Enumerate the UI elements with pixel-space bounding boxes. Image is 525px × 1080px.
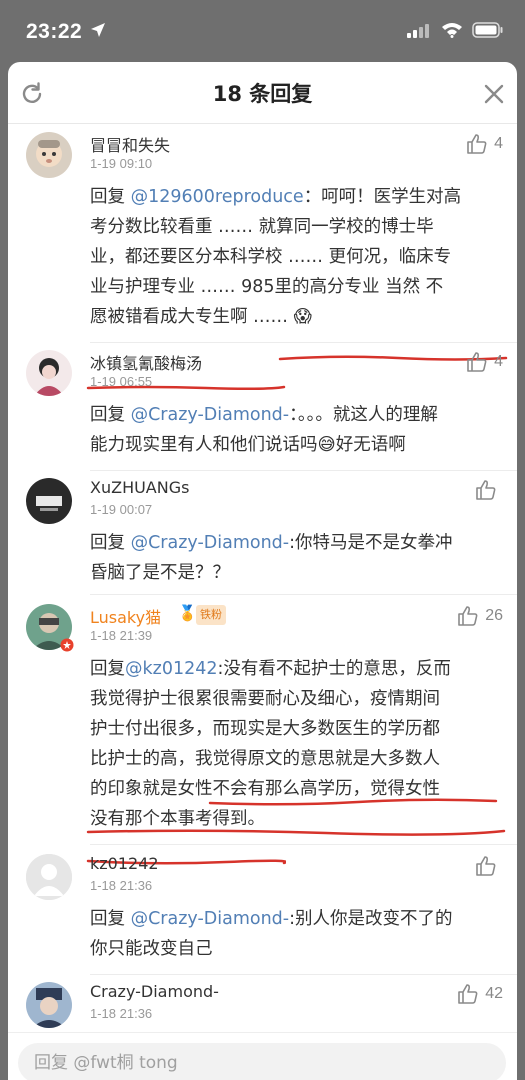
like-button[interactable]: 4 (466, 350, 503, 374)
wifi-icon (442, 23, 462, 38)
reply-prefix: 回复 (90, 533, 131, 553)
comment-text: 回复 @Crazy-Diamond-:你特马是不是女拳冲 昏脑了是不是？？ (90, 528, 500, 588)
thumbs-up-icon (467, 352, 487, 372)
text-segment: :你特马是不是女拳冲 (289, 533, 453, 553)
reply-prefix: 回复 (90, 659, 125, 679)
text-line: 护士付出很多，而现实是大多数医生的学历都 (90, 719, 440, 739)
cellular-signal-icon (407, 24, 429, 38)
avatar[interactable] (26, 982, 72, 1028)
avatar[interactable] (26, 350, 72, 396)
text-line: 比护士的高，我觉得原文的意思就是大多数人 (90, 749, 440, 769)
text-segment: ：。。。就这人的理解 (289, 405, 438, 425)
sweat-smile-emoji: 😅 (317, 435, 336, 455)
text-segment: ：呵呵！医学生对高 (303, 187, 462, 207)
text-line: 业，都还要区分本科学校 …… 更何况，临床专 (90, 247, 452, 267)
divider (90, 974, 517, 975)
timestamp: 1-19 00:07 (90, 502, 153, 517)
like-count: 26 (485, 607, 503, 624)
like-count: 42 (485, 985, 503, 1002)
avatar[interactable] (26, 854, 72, 900)
comment-item: XuZHUANGs 1-19 00:07 回复 @Crazy-Diamond-:… (8, 478, 517, 594)
like-button[interactable]: 4 (466, 132, 503, 156)
sheet-header: 18 条回复 (8, 62, 517, 124)
thumbs-up-icon (476, 856, 496, 876)
comment-item: Crazy-Diamond- 1-18 21:36 42 (8, 982, 517, 1032)
page-title: 18 条回复 (212, 82, 313, 106)
reply-input-bar (8, 1032, 517, 1080)
comment-text: 回复 @129600reproduce：呵呵！医学生对高 考分数比较看重 …… … (90, 182, 500, 332)
like-button[interactable]: 26 (457, 604, 503, 628)
text-line: 业与护理专业 …… 985里的高分专业 当然 不 (90, 277, 444, 297)
like-button[interactable] (475, 478, 503, 502)
like-count: 4 (494, 135, 503, 152)
text-line: 的印象就是女性不会有那么高学历，觉得女性 (90, 779, 440, 799)
timestamp: 1-18 21:36 (90, 1006, 153, 1021)
text-segment: 好无语啊 (335, 435, 406, 455)
battery-icon (472, 22, 503, 38)
username[interactable]: Crazy-Diamond- (90, 982, 219, 1001)
comment-item: Lusaky猫 🏅 铁粉 1-18 21:39 26 回复@kz01242:没有… (8, 604, 517, 865)
username[interactable]: kz01242 (90, 854, 159, 873)
status-bar: 23:22 (0, 0, 525, 62)
username[interactable]: 冒冒和失失 (90, 132, 170, 156)
thumbs-up-icon (467, 134, 487, 154)
fan-medal-icon: 🏅 (178, 604, 197, 622)
timestamp: 1-18 21:39 (90, 628, 153, 643)
username[interactable]: Lusaky猫 (90, 604, 161, 628)
replies-sheet: 18 条回复 冒冒和失失 1-19 09:10 4 回复 @129600repr… (8, 62, 517, 1080)
mention-link[interactable]: @129600reproduce (131, 187, 304, 207)
text-segment: 能力现实里有人和他们说话吗 (90, 435, 318, 455)
timestamp: 1-19 06:55 (90, 374, 153, 389)
close-icon[interactable] (480, 80, 508, 108)
scream-emoji: 😱 (288, 307, 312, 327)
text-line: 你只能改变自己 (90, 939, 213, 959)
comment-item: 冒冒和失失 1-19 09:10 4 回复 @129600reproduce：呵… (8, 132, 517, 391)
location-arrow-icon (91, 23, 105, 37)
status-time: 23:22 (26, 20, 83, 43)
avatar[interactable] (26, 478, 72, 524)
text-line: 昏脑了是不是？？ (90, 563, 230, 583)
reply-prefix: 回复 (90, 405, 131, 425)
text-segment: :别人你是改变不了的 (289, 909, 453, 929)
comment-item: 冰镇氢氰酸梅汤 1-19 06:55 4 回复 @Crazy-Diamond-：… (8, 350, 517, 470)
divider (90, 342, 517, 343)
text-segment: 愿被错看成大专生啊 …… (90, 307, 289, 327)
fan-badge: 铁粉 (196, 605, 226, 625)
text-line: 我觉得护士很累很需要耐心及细心，疫情期间 (90, 689, 440, 709)
divider (90, 844, 517, 845)
username[interactable]: 冰镇氢氰酸梅汤 (90, 350, 202, 374)
divider (90, 594, 517, 595)
reply-prefix: 回复 (90, 187, 125, 207)
comment-text: 回复 @Crazy-Diamond-：。。。就这人的理解 能力现实里有人和他们说… (90, 400, 500, 460)
reply-prefix: 回复 (90, 909, 131, 929)
text-segment: :没有看不起护士的意思，反而 (217, 659, 451, 679)
mention-link[interactable]: @Crazy-Diamond- (131, 405, 290, 425)
mention-link[interactable]: @Crazy-Diamond- (131, 533, 290, 553)
like-count: 4 (494, 353, 503, 370)
username[interactable]: XuZHUANGs (90, 478, 189, 497)
timestamp: 1-18 21:36 (90, 878, 153, 893)
thumbs-up-icon (458, 606, 478, 626)
reply-input[interactable] (18, 1043, 506, 1080)
timestamp: 1-19 09:10 (90, 156, 153, 171)
avatar[interactable] (26, 132, 72, 178)
comment-text: 回复 @Crazy-Diamond-:别人你是改变不了的 你只能改变自己 (90, 904, 500, 964)
mention-link[interactable]: @kz01242 (125, 659, 218, 679)
divider (90, 470, 517, 471)
text-line: 考分数比较看重 …… 就算同一学校的博士毕 (90, 217, 434, 237)
comment-text: 回复@kz01242:没有看不起护士的意思，反而 我觉得护士很累很需要耐心及细心… (90, 654, 500, 834)
text-line: 没有那个本事考得到。 (90, 809, 265, 829)
thumbs-up-icon (476, 480, 496, 500)
comment-item: kz01242 1-18 21:36 回复 @Crazy-Diamond-:别人… (8, 854, 517, 974)
mention-link[interactable]: @Crazy-Diamond- (131, 909, 290, 929)
thumbs-up-icon (458, 984, 478, 1004)
like-button[interactable]: 42 (457, 982, 503, 1006)
like-button[interactable] (475, 854, 503, 878)
verified-badge-icon (60, 638, 74, 652)
